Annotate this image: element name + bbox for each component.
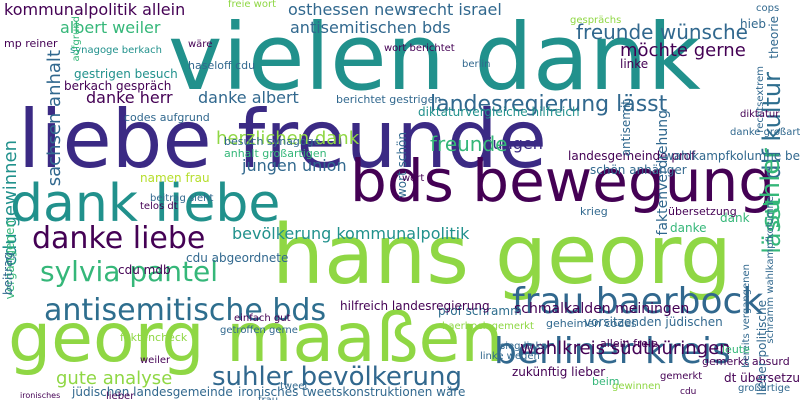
cloud-word-gesprächs: gesprächs [570, 15, 622, 26]
cloud-word-antisemitischen-bds: antisemitischen bds [290, 18, 451, 37]
cloud-word-berlin: berlin [462, 59, 491, 70]
cloud-word-wäre: wäre [188, 39, 213, 50]
cloud-word-jüdischen-landesgemeinde: jüdischen landesgemeinde [72, 385, 233, 399]
cloud-word-tweet: tweet [280, 381, 309, 392]
cloud-word-lieber: lieber [106, 391, 135, 400]
cloud-word-beitrag: beitrag [1, 252, 15, 295]
word-cloud: vielen dank liebe freunde hans georg georg … [0, 0, 800, 400]
cloud-word-bevölkerung-kommunalpolitik: bevölkerung kommunalpolitik [232, 224, 470, 243]
cloud-word-linke: linke [620, 57, 649, 71]
cloud-word-baerbock-gemerkt: baerbock gemerkt [442, 321, 534, 332]
cloud-word-einfach-gut: einfach gut [234, 313, 291, 324]
cloud-word-wahlkampfkolumne-beim: wahlkampfkolumne beim [664, 149, 800, 163]
cloud-word-danke-liebe: danke liebe [32, 221, 206, 256]
cloud-word-recht-israel: recht israel [412, 0, 502, 19]
cloud-word-danke-albert: danke albert [198, 88, 299, 107]
cloud-word-wort: wort [402, 173, 425, 184]
cloud-word-cops: cops [756, 3, 780, 14]
cloud-word-aufgrund: aufgrund [71, 16, 82, 62]
cloud-word-geheimen-codes: geheimen codes [546, 317, 637, 330]
cloud-word-namen-frau: namen frau [140, 171, 210, 185]
cloud-word-getroffen-gerne: getroffen gerne [220, 325, 298, 336]
cloud-word-hieb: hieb [740, 17, 766, 31]
cloud-word-kommunalpolitik-allein: kommunalpolitik allein [4, 0, 186, 19]
cloud-word-mp-reiner: mp reiner [4, 37, 58, 50]
cloud-word-telos-dt: telos dt [140, 201, 178, 212]
cloud-word-großartige: großartige [738, 383, 791, 394]
cloud-word-frau: frau [258, 396, 278, 400]
cloud-word-übersetzung: übersetzung [668, 205, 737, 218]
cloud-word-berkach-gespräch: berkach gespräch [64, 79, 172, 93]
cloud-word-synagoge-berkach: synagoge berkach [70, 45, 162, 56]
cloud-word-freie-wort: freie wort [228, 0, 277, 10]
cloud-word-cdu-mdb: cdu mdb [118, 263, 171, 277]
cloud-word-theorie: theorie [767, 16, 781, 59]
cloud-word-diktatur: diktatur [740, 109, 780, 120]
cloud-word-antisemit: antisemit [619, 100, 633, 157]
cloud-word-haseloff-cdu: haseloff cdu [188, 59, 256, 72]
cloud-word-allein-freie: allein freie [600, 337, 658, 350]
cloud-word-freunde: freunde [430, 132, 508, 156]
cloud-word-beim: beim [592, 375, 620, 388]
cloud-word-linke-wegen: linke wegen [480, 351, 540, 362]
cloud-word-schön-anhänger: schön anhänger [590, 163, 687, 177]
cloud-word-wort-berichtet: wort berichtet [384, 43, 455, 54]
cloud-word-anhalt-großartigen: anhalt großartigen [224, 147, 327, 160]
cloud-word-jungen-union: jungen union [242, 156, 347, 175]
cloud-word-leute: leute [722, 343, 750, 356]
cloud-word-gemerkt: gemerkt [660, 371, 703, 382]
cloud-word-faktencheck: faktencheck [120, 331, 188, 344]
cloud-word-schramm-wahlkampfkolumne: schramm wahlkampfkolumne [765, 196, 776, 344]
cloud-word-danke: danke [670, 221, 707, 235]
cloud-word-diktaturvergleiche-hilfreich: diktaturvergleiche hilfreich [418, 105, 580, 119]
cloud-word-berichtet-gestrigen: berichtet gestrigen [336, 93, 442, 106]
cloud-word-osthessen-news: osthessen news [288, 0, 416, 19]
cloud-word-rechtsextrem: rechtsextrem [755, 66, 766, 133]
cloud-word-ironisches: ironisches [20, 391, 61, 400]
cloud-word-gestrigen-besuch: gestrigen besuch [74, 67, 178, 81]
cloud-word-krieg: krieg [580, 205, 608, 218]
cloud-word-weiler: weiler [140, 355, 171, 366]
cloud-word-wort-schön: wort schön [395, 132, 409, 199]
cloud-word-besuch-synagoge: besuch synagoge [224, 135, 321, 148]
cloud-word-codes-aufgrund: codes aufgrund [124, 111, 210, 124]
cloud-word-schmalkalden-meiningen: schmalkalden meiningen [514, 301, 690, 317]
cloud-word-sachsen-anhalt: sachsen anhalt [44, 50, 65, 187]
cloud-word-cdu-abgeordnete: cdu abgeordnete [186, 251, 289, 265]
cloud-word-hilfreich-landesregierung: hilfreich landesregierung [340, 299, 490, 313]
cloud-word-cdu: cdu [680, 387, 697, 397]
